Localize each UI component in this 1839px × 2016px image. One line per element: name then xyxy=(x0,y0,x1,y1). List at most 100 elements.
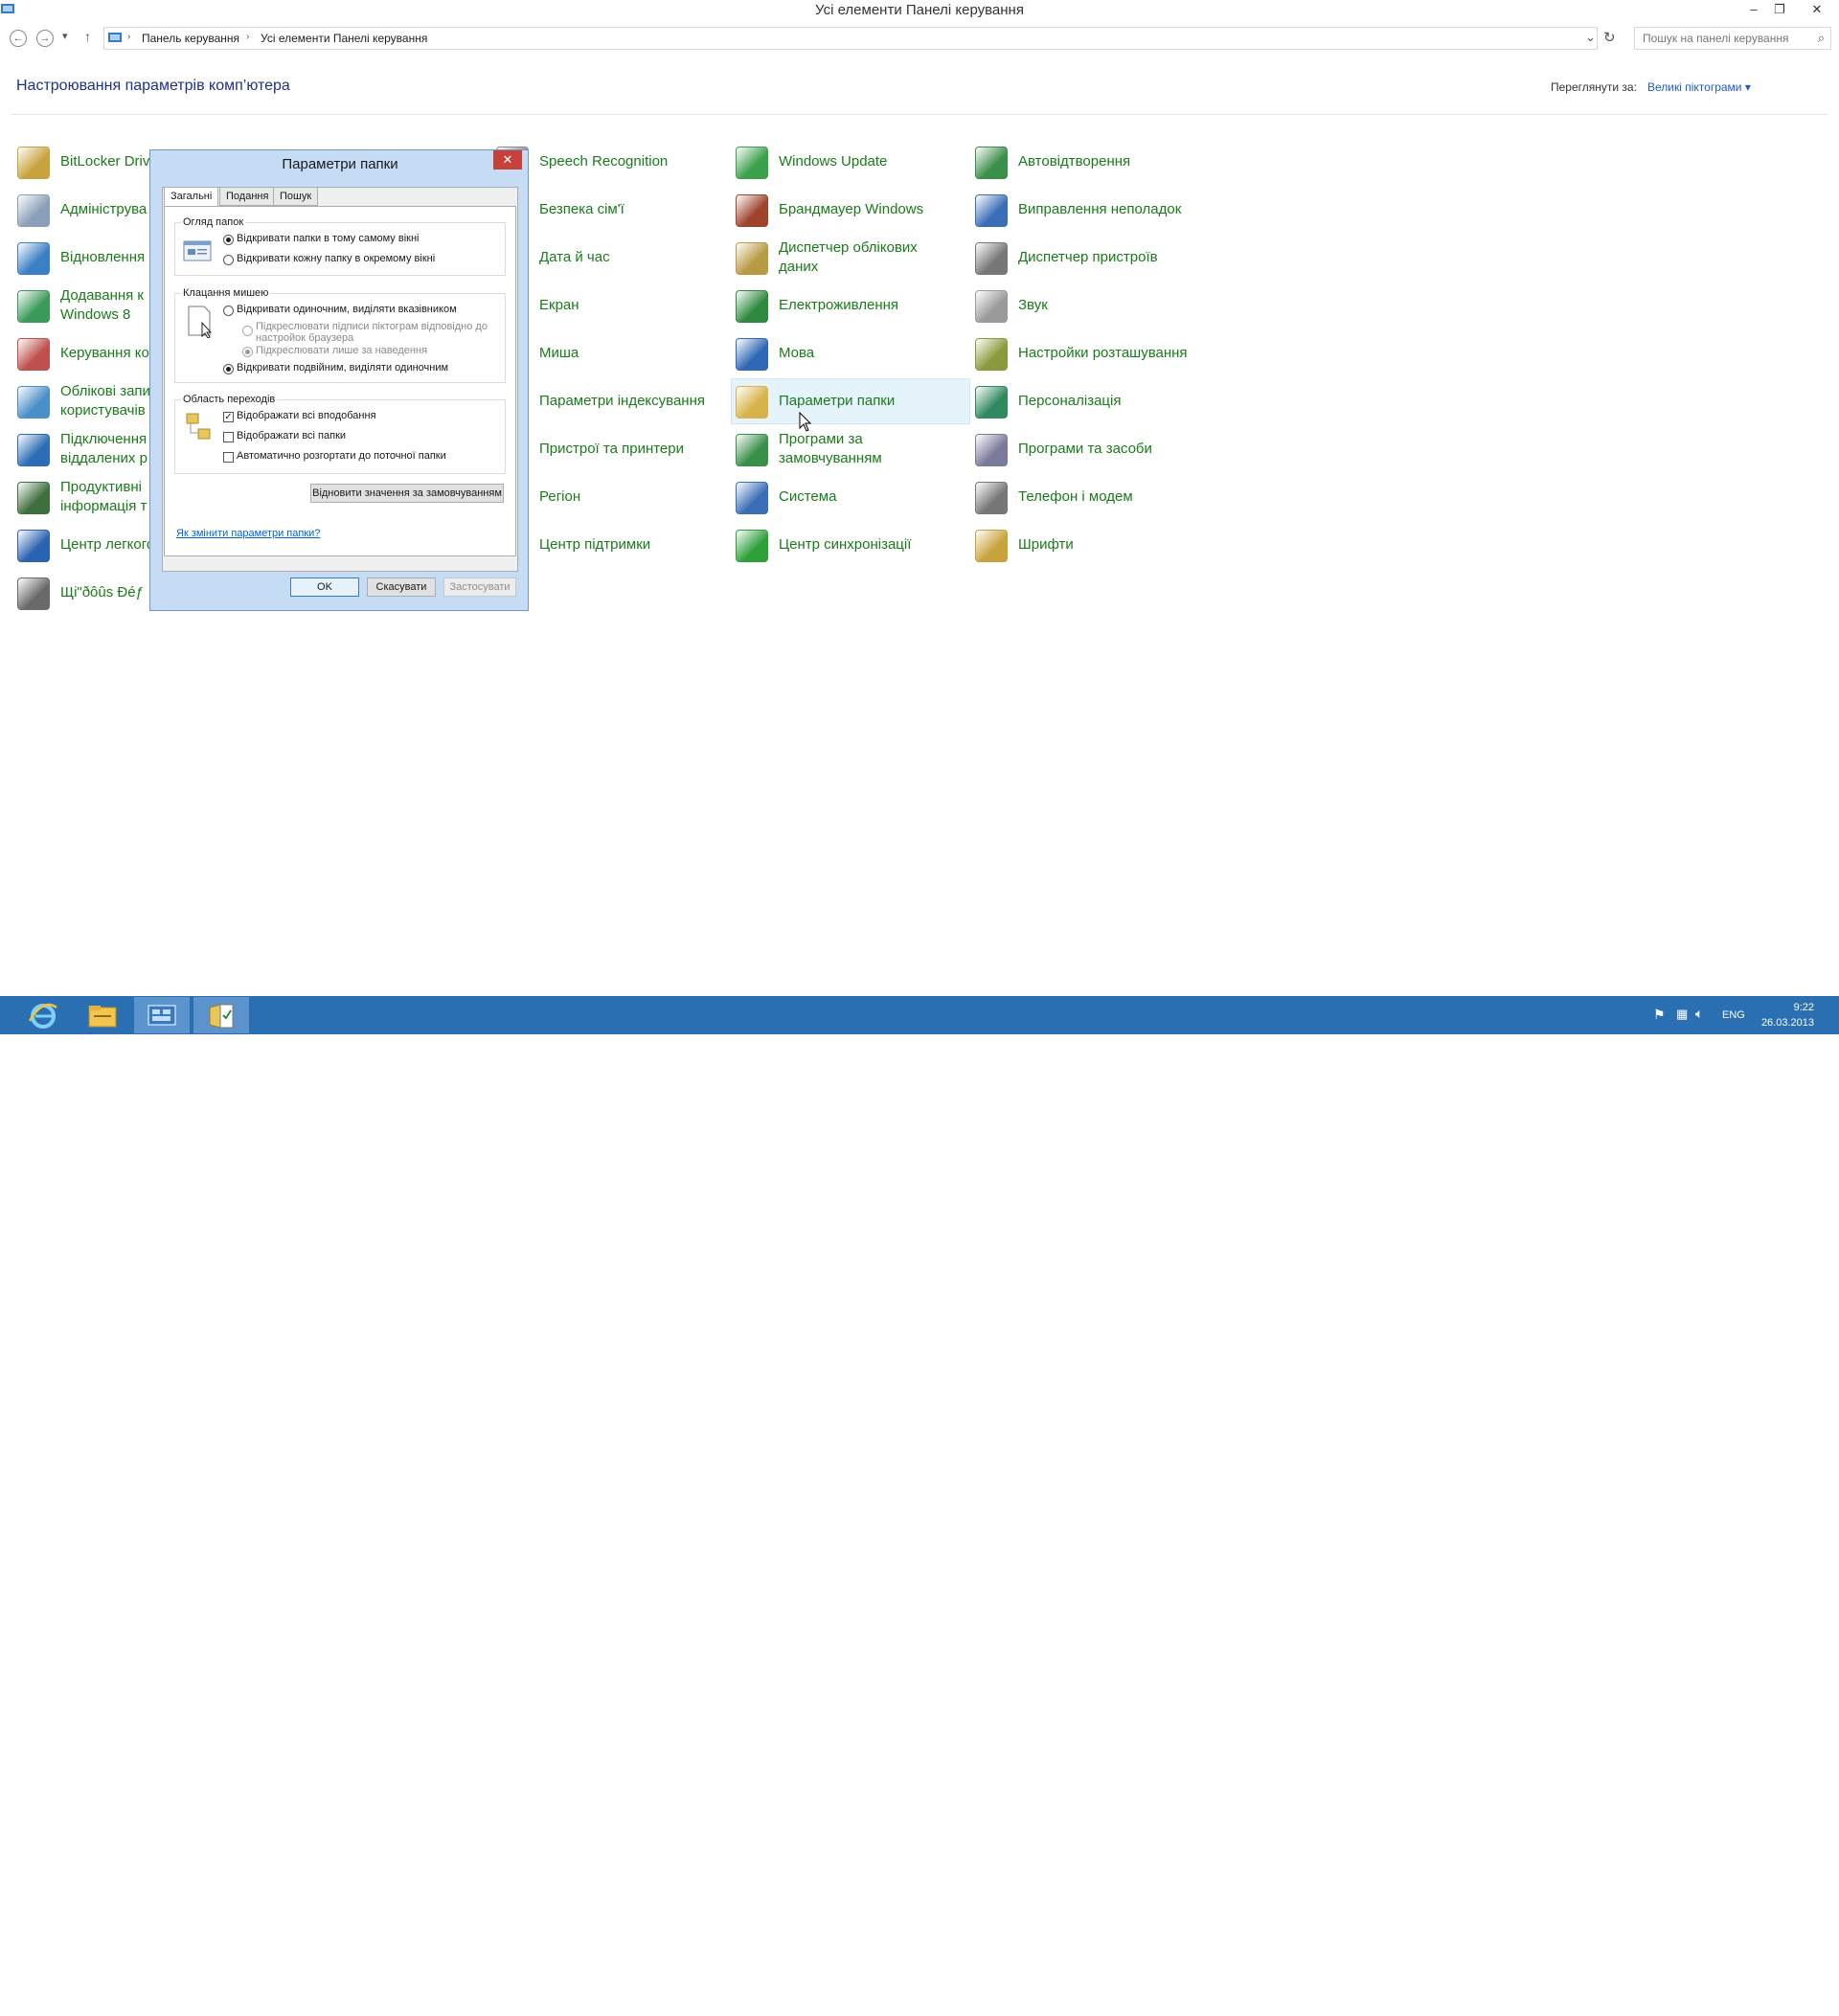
item-label: Програми та засоби xyxy=(1018,441,1152,457)
page-title: Настроювання параметрів комп’ютера xyxy=(16,78,290,94)
item-sync-center[interactable]: Центр синхронізації xyxy=(736,523,969,567)
breadcrumb-control-panel[interactable]: Панель керування xyxy=(142,32,239,45)
double-click-label: Відкривати подвійним, виділяти одиночним xyxy=(237,362,449,374)
single-click-radio[interactable] xyxy=(223,306,234,316)
show-favorites-checkbox[interactable]: ✓ xyxy=(223,412,234,422)
bitlocker-icon xyxy=(17,147,50,179)
auto-expand-checkbox[interactable] xyxy=(223,452,234,463)
apply-button[interactable]: Застосувати xyxy=(443,578,516,597)
view-by-dropdown[interactable]: Великі піктограми ▾ xyxy=(1647,80,1751,94)
general-tab-panel: Огляд папок Відкривати папки в тому само… xyxy=(164,206,516,556)
taskbar-internet-explorer[interactable] xyxy=(15,997,71,1033)
item-label: Шрифти xyxy=(1018,536,1074,553)
item-location-settings[interactable]: Настройки розташування xyxy=(975,331,1209,375)
taskbar-file-explorer[interactable] xyxy=(75,997,130,1033)
item-label: Speech Recognition xyxy=(539,153,669,170)
taskbar-folder-options[interactable] xyxy=(193,997,249,1033)
tray-volume-icon[interactable]: 🔈︎ xyxy=(1693,996,1716,1034)
item-label: Регіон xyxy=(539,488,581,505)
item-label: Виправлення неполадок xyxy=(1018,201,1182,217)
tab-view[interactable]: Подання xyxy=(219,187,276,206)
phone-modem-icon xyxy=(975,482,1008,514)
close-window-button[interactable]: ✕ xyxy=(1801,0,1833,19)
item-speech[interactable]: Speech Recognition xyxy=(496,140,730,184)
show-all-folders-checkbox[interactable] xyxy=(223,432,234,442)
item-fonts[interactable]: Шрифти xyxy=(975,523,1209,567)
remoteapp-icon xyxy=(17,434,50,466)
browse-new-window-radio[interactable] xyxy=(223,255,234,265)
item-sound[interactable]: Звук xyxy=(975,283,1209,328)
click-items-group: Клацання мишею Відкривати одиночним, вид… xyxy=(174,287,506,383)
dialog-close-button[interactable]: ✕ xyxy=(493,150,522,170)
item-default-programs[interactable]: Програми за замовчуванням xyxy=(736,427,969,471)
browse-folders-group: Огляд папок Відкривати папки в тому само… xyxy=(174,216,506,276)
browse-same-window-radio[interactable] xyxy=(223,235,234,245)
item-region[interactable]: Регіон xyxy=(496,475,730,519)
restore-defaults-button[interactable]: Відновити значення за замовчуванням xyxy=(310,484,504,503)
item-label: Мова xyxy=(779,345,815,361)
item-label: Диспетчер пристроїв xyxy=(1018,249,1158,265)
navigation-pane-icon xyxy=(186,413,211,440)
item-device-manager[interactable]: Диспетчер пристроїв xyxy=(975,236,1209,280)
underline-browser-label: Підкреслювати підписи піктограм відповід… xyxy=(256,321,488,344)
tray-language-indicator[interactable]: ENG xyxy=(1722,996,1755,1034)
item-power-options[interactable]: Електроживлення xyxy=(736,283,969,328)
item-autoplay[interactable]: Автовідтворення xyxy=(975,140,1209,184)
location-settings-icon xyxy=(975,338,1008,371)
item-indexing[interactable]: Параметри індексування xyxy=(496,379,730,423)
item-label: Звук xyxy=(1018,297,1048,313)
up-button[interactable]: ↑ xyxy=(84,29,91,44)
forward-button[interactable]: → xyxy=(36,30,54,47)
search-icon[interactable]: ⌕ xyxy=(1818,31,1825,46)
underline-hover-radio[interactable] xyxy=(242,347,253,357)
item-label: Настройки розташування xyxy=(1018,345,1188,361)
item-system[interactable]: Система xyxy=(736,475,969,519)
item-family-safety[interactable]: Безпека сім'ї xyxy=(496,188,730,232)
tab-search[interactable]: Пошук xyxy=(273,187,319,206)
item-mouse[interactable]: Миша xyxy=(496,331,730,375)
address-dropdown-icon[interactable]: ⌄ xyxy=(1585,30,1596,45)
user-accounts-icon xyxy=(17,386,50,419)
taskbar-control-panel[interactable] xyxy=(134,997,190,1033)
recent-locations-button[interactable]: ▾ xyxy=(62,30,68,42)
item-language[interactable]: Мова xyxy=(736,331,969,375)
help-link[interactable]: Як змінити параметри папки? xyxy=(176,528,320,539)
item-phone-modem[interactable]: Телефон і модем xyxy=(975,475,1209,519)
programs-features-icon xyxy=(975,434,1008,466)
item-credential-manager[interactable]: Диспетчер облікових даних xyxy=(736,236,969,280)
minimize-button[interactable]: – xyxy=(1741,0,1766,19)
breadcrumb-all-items[interactable]: Усі елементи Панелі керування xyxy=(261,32,427,45)
tray-clock[interactable]: 9:22 26.03.2013 xyxy=(1759,996,1826,1034)
search-box[interactable]: Пошук на панелі керування ⌕ xyxy=(1634,27,1831,50)
item-programs-features[interactable]: Програми та засоби xyxy=(975,427,1209,471)
view-by-label: Переглянути за: xyxy=(1551,80,1637,94)
tab-general[interactable]: Загальні xyxy=(164,187,219,208)
item-date-time[interactable]: Дата й час xyxy=(496,236,730,280)
item-folder-options[interactable]: Параметри папки xyxy=(731,378,970,424)
item-firewall[interactable]: Брандмауер Windows xyxy=(736,188,969,232)
underline-browser-radio[interactable] xyxy=(242,326,253,336)
folder-options-dialog: Параметри папки ✕ Загальні Подання Пошук… xyxy=(149,149,529,611)
item-troubleshooting[interactable]: Виправлення неполадок xyxy=(975,188,1209,232)
restore-button[interactable]: ❐ xyxy=(1767,0,1792,19)
item-action-center[interactable]: Центр підтримки xyxy=(496,523,730,567)
refresh-icon[interactable]: ↻ xyxy=(1603,29,1616,46)
item-display[interactable]: Екран xyxy=(496,283,730,328)
item-label: Програми за замовчуванням xyxy=(779,431,882,466)
item-devices-printers[interactable]: Пристрої та принтери xyxy=(496,427,730,471)
item-label: Персоналізація xyxy=(1018,393,1122,409)
double-click-radio[interactable] xyxy=(223,364,234,374)
item-label: Електроживлення xyxy=(779,297,899,313)
back-button[interactable]: ← xyxy=(10,30,27,47)
item-personalization[interactable]: Персоналізація xyxy=(975,379,1209,423)
navigation-pane-label: Область переходів xyxy=(181,394,278,405)
browse-folders-label: Огляд папок xyxy=(181,216,246,228)
ok-button[interactable]: OK xyxy=(290,578,359,597)
search-input[interactable]: Пошук на панелі керування xyxy=(1643,32,1788,45)
address-bar[interactable]: › Панель керування › Усі елементи Панелі… xyxy=(103,27,1598,50)
show-favorites-label: Відображати всі вподобання xyxy=(237,410,376,421)
item-windows-update[interactable]: Windows Update xyxy=(736,140,969,184)
language-label: ENG xyxy=(1722,1009,1745,1021)
dialog-title: Параметри папки xyxy=(282,156,398,172)
cancel-button[interactable]: Скасувати xyxy=(367,578,436,597)
